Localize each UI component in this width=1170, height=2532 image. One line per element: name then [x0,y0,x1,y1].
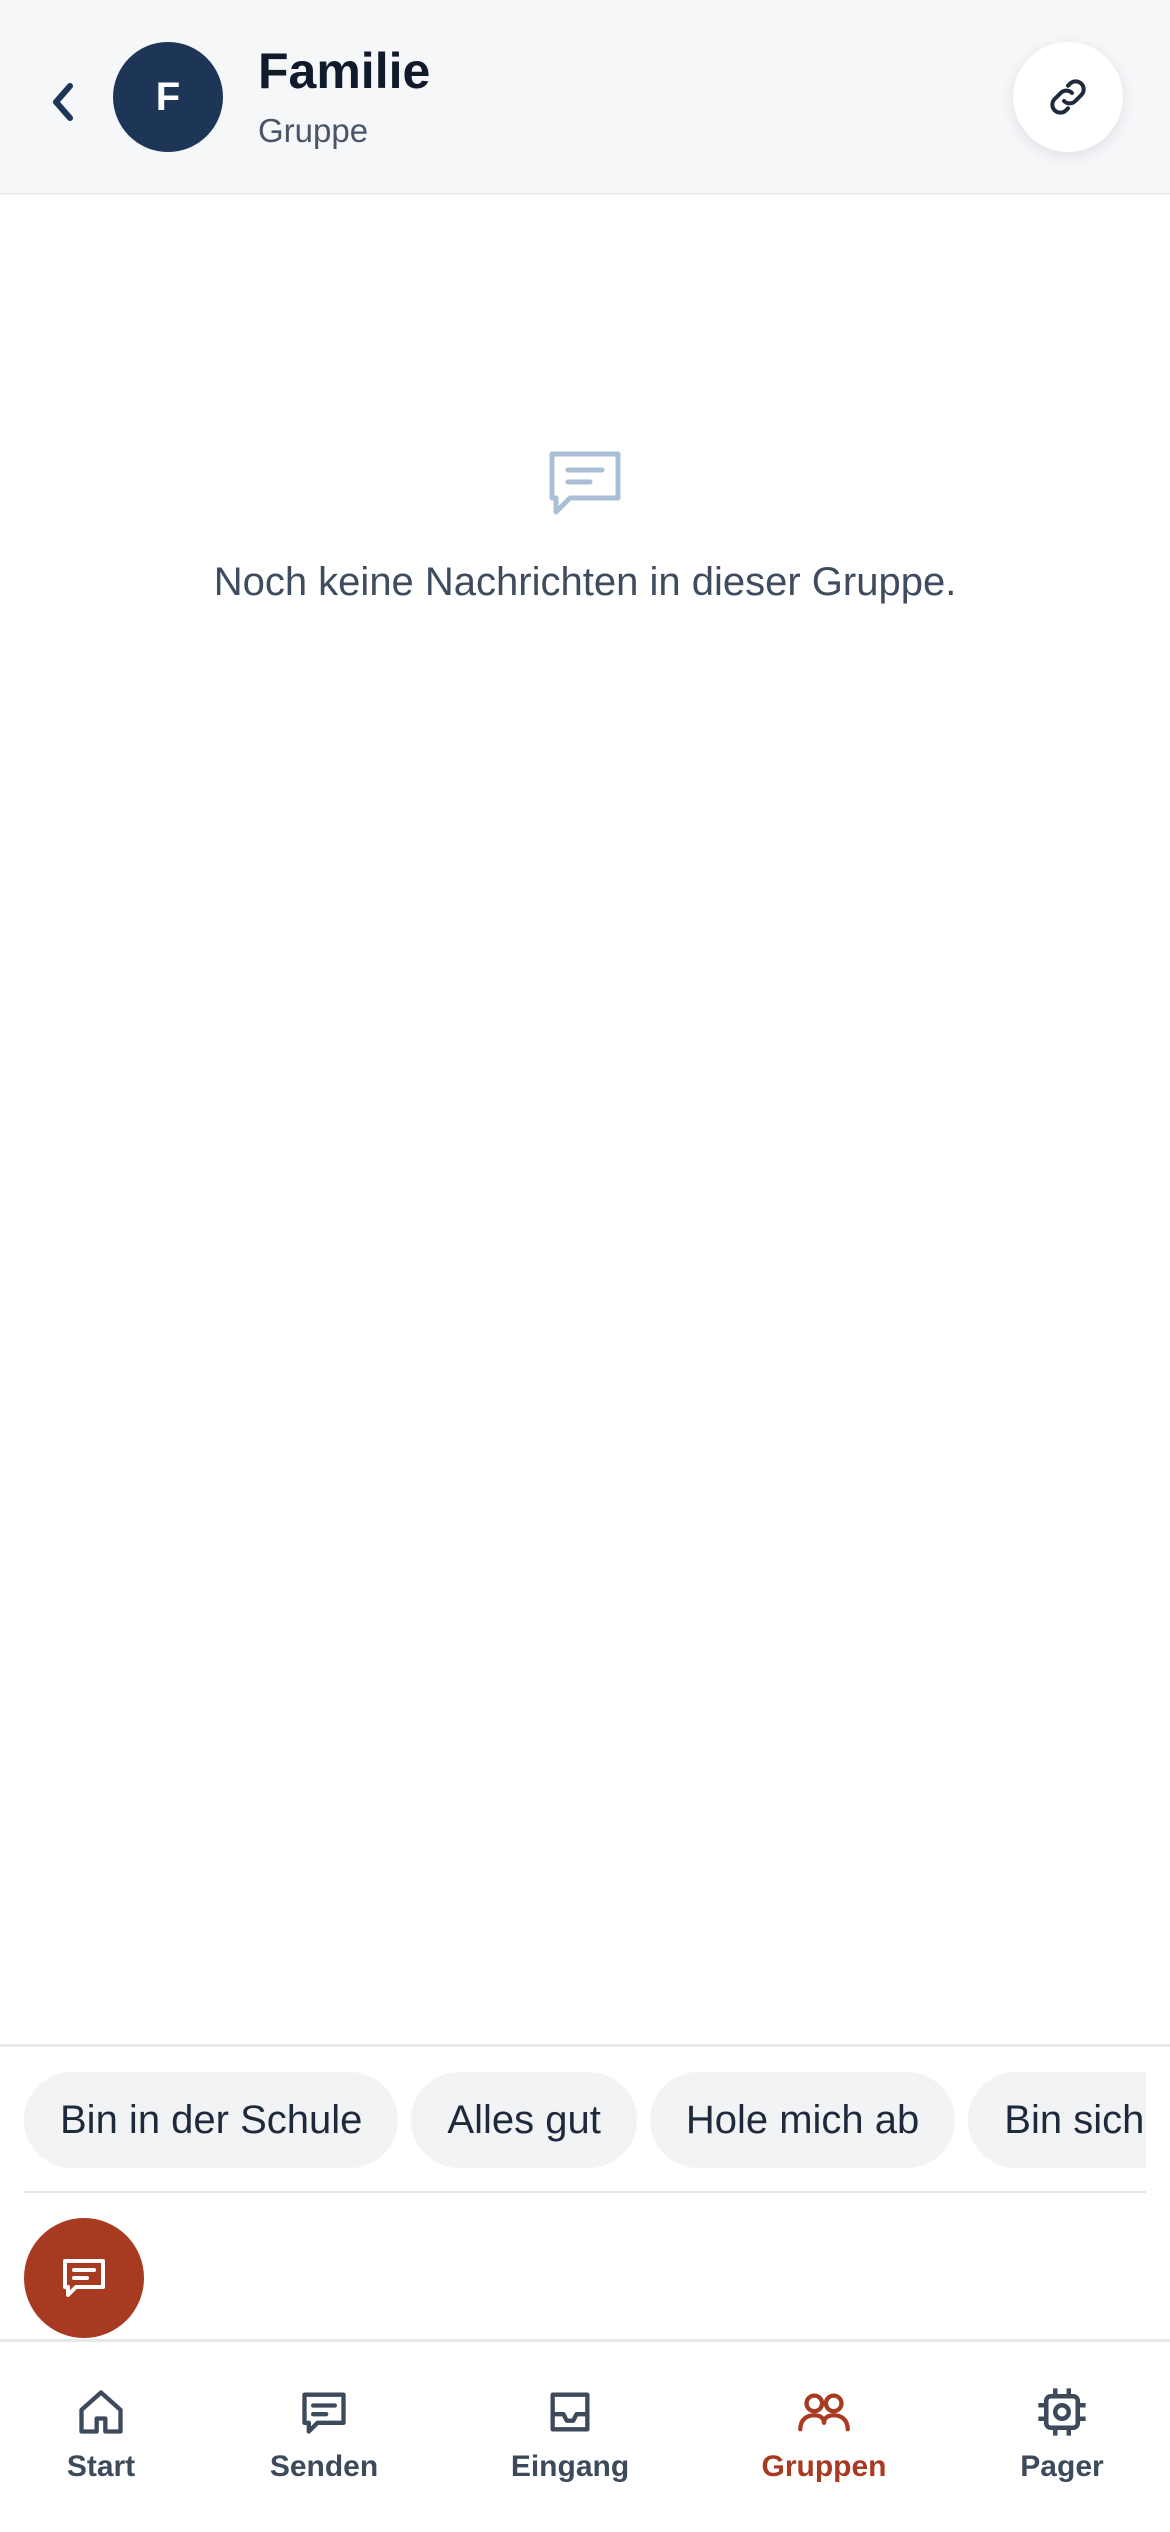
divider [0,2044,1170,2047]
users-icon [798,2393,850,2432]
nav-item-pager[interactable]: Pager [962,2384,1162,2504]
bottom-navigation: Start Senden Eingang Gruppen Pager [0,2339,1170,2532]
divider [24,2191,1146,2193]
empty-state-text: Noch keine Nachrichten in dieser Gruppe. [213,560,957,604]
message-icon [302,2392,346,2434]
quick-reply-chip[interactable]: Alles gut [411,2072,637,2168]
link-icon [1050,79,1086,115]
nav-label-pager: Pager [1020,2450,1104,2483]
message-icon [63,2259,105,2297]
nav-label-start: Start [66,2450,136,2483]
nav-item-gruppen[interactable]: Gruppen [724,2384,924,2504]
chip-icon [1038,2388,1086,2436]
back-button[interactable] [38,72,88,132]
quick-reply-chip[interactable]: Hole mich ab [649,2072,956,2168]
nav-item-start[interactable]: Start [1,2384,201,2504]
nav-item-eingang[interactable]: Eingang [470,2384,670,2504]
compose-message-button[interactable] [24,2218,144,2338]
group-avatar: F [113,42,223,152]
nav-label-eingang: Eingang [510,2450,630,2483]
avatar-initial: F [155,74,181,119]
nav-label-senden: Senden [269,2450,379,2483]
nav-item-senden[interactable]: Senden [224,2384,424,2504]
nav-label-gruppen: Gruppen [761,2450,887,2483]
quick-reply-chip[interactable]: Bin sicher zu Hause [968,2072,1146,2168]
home-icon [79,2390,123,2434]
chevron-left-icon [53,83,73,121]
quick-reply-chip[interactable]: Bin in der Schule [24,2072,399,2168]
group-subtitle: Gruppe [258,112,369,149]
group-header: F Familie Gruppe [0,0,1170,195]
quick-reply-bar[interactable]: Bin in der Schule Alles gut Hole mich ab Bi… [24,2072,1146,2168]
group-chat-screen: F Familie Gruppe Noch keine Nachrichten … [0,0,1170,2532]
invite-link-button[interactable] [1013,42,1123,152]
group-title: Familie [258,43,431,99]
inbox-icon [550,2392,590,2432]
message-icon [549,451,621,515]
